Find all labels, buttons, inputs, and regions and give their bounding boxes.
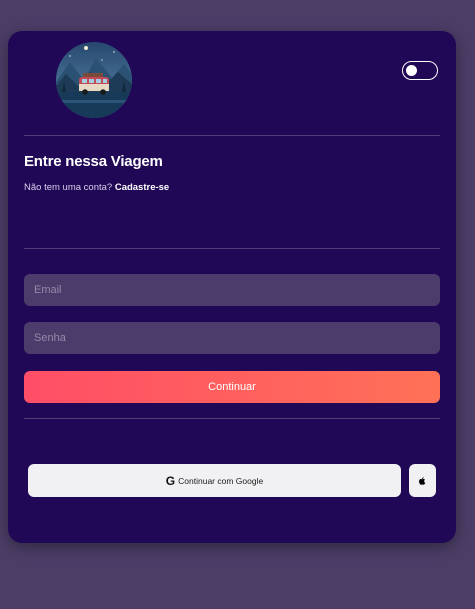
continue-button[interactable]: Continuar — [24, 371, 440, 403]
divider-bottom — [24, 418, 440, 419]
login-card: Entre nessa Viagem Não tem uma conta? Ca… — [8, 31, 456, 543]
van-landscape-image — [56, 42, 132, 118]
dark-mode-toggle[interactable] — [402, 61, 438, 80]
divider-top — [24, 135, 440, 136]
page-title: Entre nessa Viagem — [24, 153, 163, 170]
google-icon: G — [165, 473, 176, 488]
divider-middle — [24, 248, 440, 249]
toggle-knob — [406, 64, 417, 76]
signup-link[interactable]: Cadastre-se — [115, 182, 169, 193]
signup-prompt-row: Não tem uma conta? Cadastre-se — [24, 182, 169, 193]
email-field[interactable] — [24, 274, 440, 306]
apple-login-button[interactable] — [409, 464, 436, 497]
apple-icon — [419, 476, 426, 485]
password-field[interactable] — [24, 322, 440, 354]
google-login-label: Continuar com Google — [178, 475, 264, 486]
brand-logo — [56, 42, 132, 118]
google-login-button[interactable]: G Continuar com Google — [28, 464, 401, 497]
signup-prompt-text: Não tem uma conta? — [24, 182, 113, 193]
